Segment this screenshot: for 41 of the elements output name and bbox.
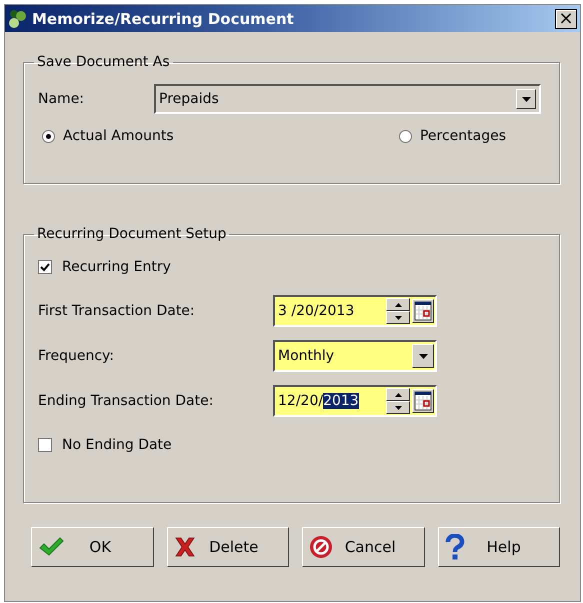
delete-button[interactable]: Delete [166,527,289,567]
calendar-button[interactable] [412,389,434,413]
cancel-button[interactable]: Cancel [302,527,424,567]
help-button[interactable]: Help [438,527,560,567]
up-arrow-icon [394,392,402,396]
close-button[interactable]: × [555,8,577,28]
date-field[interactable]: 3 /20/2013 [273,295,437,327]
field-label: Name: [38,91,86,107]
up-arrow-icon [394,302,402,306]
date-field[interactable]: 12/20/2013 [273,385,437,417]
checkmark-icon [38,537,64,557]
radio-option[interactable]: Percentages [398,128,506,144]
help-icon [444,534,464,560]
x-icon [174,536,196,558]
radio-button[interactable] [398,130,412,142]
leaf-logo-icon [8,8,28,28]
calendar-button[interactable] [412,299,434,323]
field-label: Frequency: [38,348,116,364]
prohibited-icon [309,535,333,559]
spin-up-button[interactable] [386,388,410,401]
spin-down-button[interactable] [386,311,410,324]
group-title: Recurring Document Setup [36,226,228,242]
checkbox[interactable] [38,260,52,274]
caret-icon [522,96,530,102]
down-arrow-icon [394,406,402,410]
group-title: Save Document As [36,54,171,70]
radio-option[interactable]: Actual Amounts [42,128,174,144]
checkbox[interactable] [38,438,52,452]
name-dropdown[interactable]: Prepaids [154,84,541,114]
window-title: Memorize/Recurring Document [32,10,295,28]
field-label: Ending Transaction Date: [38,393,214,409]
spin-down-button[interactable] [386,401,410,414]
checkbox-option[interactable]: Recurring Entry [38,259,171,275]
radio-button[interactable] [42,130,55,142]
checkbox-option[interactable]: No Ending Date [38,437,172,453]
field-label: First Transaction Date: [38,303,196,319]
spin-up-button[interactable] [386,298,410,311]
down-arrow-icon [394,316,402,320]
caret-icon [418,354,428,358]
ok-button[interactable]: OK [31,527,154,567]
frequency-dropdown[interactable]: Monthly [273,340,437,372]
